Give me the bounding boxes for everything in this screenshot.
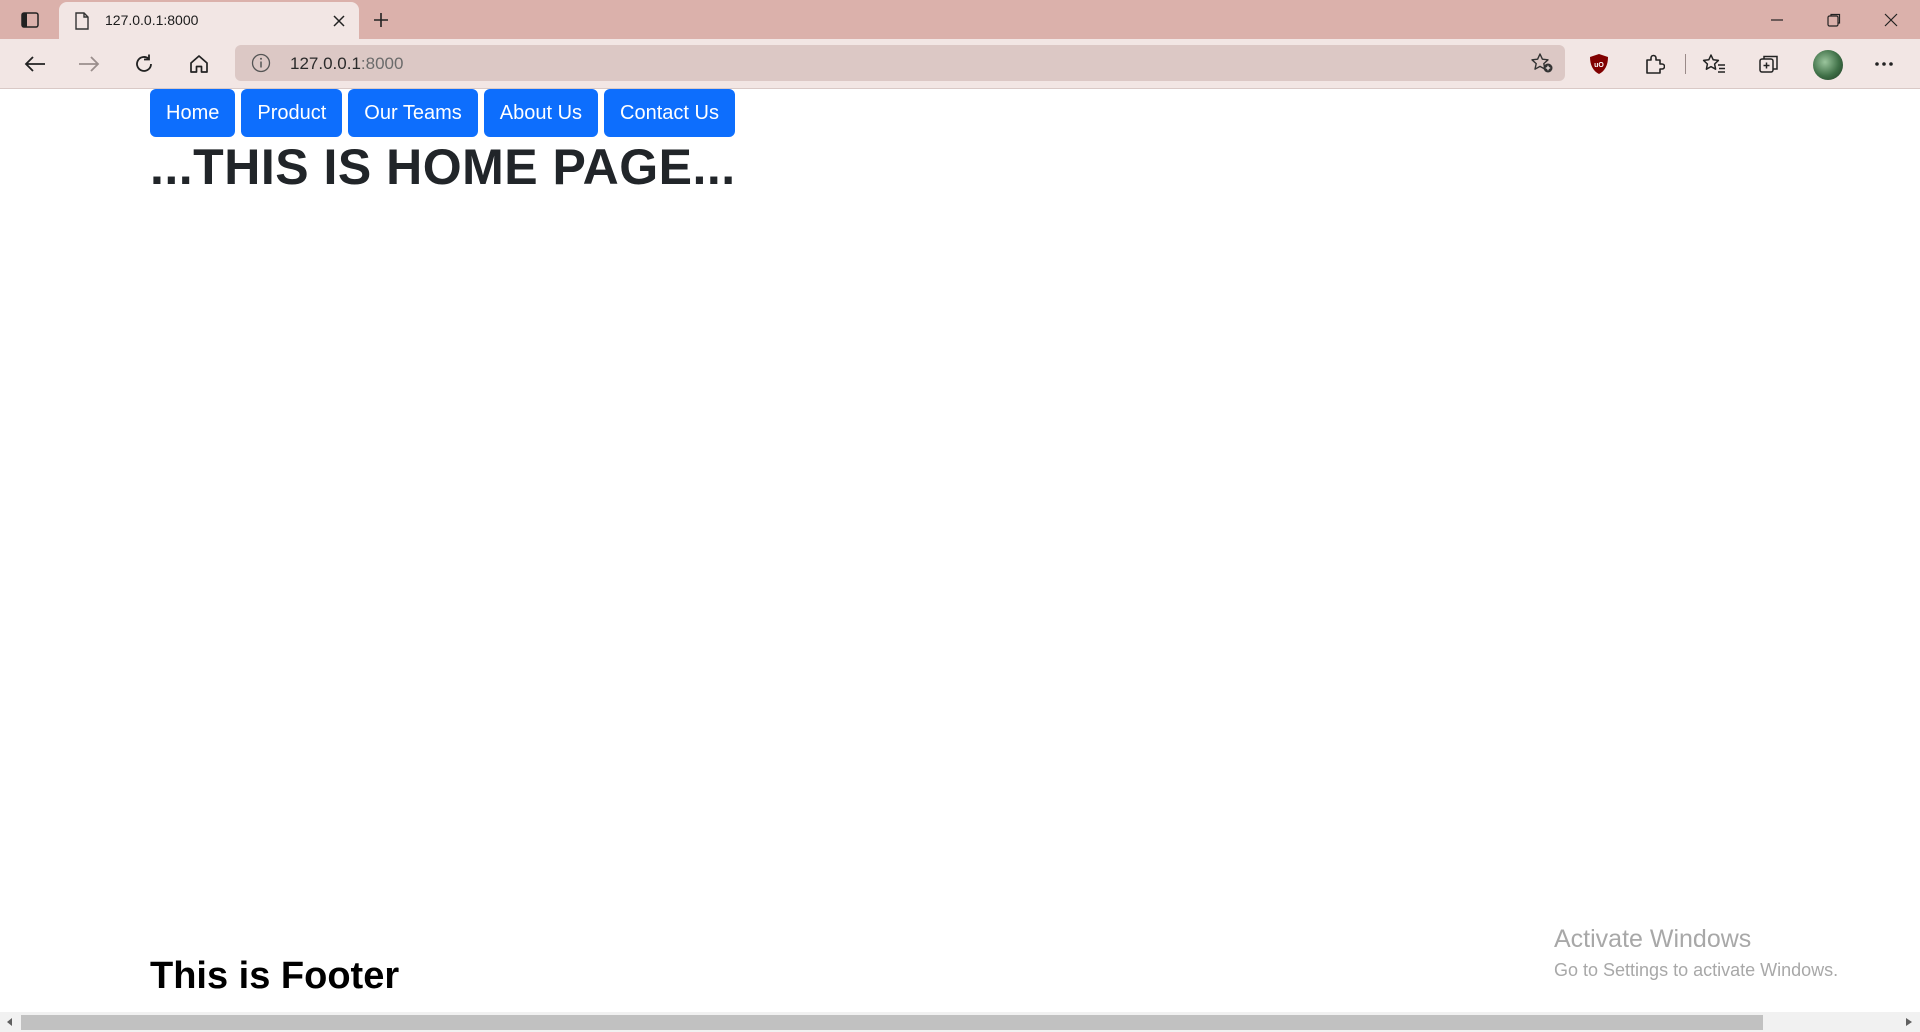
scroll-left-arrow[interactable] (5, 1016, 15, 1028)
more-dots-icon (1875, 62, 1893, 66)
chevron-right-icon (1906, 1018, 1912, 1026)
add-favorite-icon (1531, 53, 1553, 73)
add-favorite-button[interactable] (1529, 51, 1555, 75)
home-button[interactable] (183, 49, 215, 79)
minimize-button[interactable] (1748, 0, 1805, 39)
nav-our-teams-button[interactable]: Our Teams (348, 89, 478, 137)
activate-windows-watermark: Activate Windows Go to Settings to activ… (1554, 925, 1838, 981)
ublock-extension-button[interactable]: uO (1583, 49, 1615, 79)
nav-about-us-button[interactable]: About Us (483, 89, 599, 137)
collections-icon (1759, 55, 1778, 73)
site-info-icon[interactable] (251, 53, 271, 73)
watermark-title: Activate Windows (1554, 925, 1752, 953)
extensions-button[interactable] (1638, 49, 1670, 79)
tab-close-button[interactable] (329, 11, 349, 31)
browser-tab-active[interactable]: 127.0.0.1:8000 (59, 2, 359, 39)
page-footer: This is Footer (150, 955, 400, 997)
url-text[interactable]: 127.0.0.1:8000 (290, 54, 403, 74)
close-icon (333, 15, 345, 27)
url-port: :8000 (360, 54, 404, 73)
refresh-button[interactable] (128, 49, 160, 79)
home-icon (190, 55, 208, 73)
back-arrow-icon (24, 56, 45, 72)
browser-tabstrip: 127.0.0.1:8000 (0, 0, 1920, 39)
tab-title: 127.0.0.1:8000 (105, 12, 199, 28)
tab-actions-menu-button[interactable] (18, 8, 42, 32)
restore-button[interactable] (1805, 0, 1862, 39)
puzzle-icon (1646, 54, 1665, 74)
ublock-shield-icon: uO (1590, 54, 1608, 74)
page-file-icon (75, 12, 89, 30)
address-bar[interactable]: 127.0.0.1:8000 (235, 45, 1565, 81)
forward-arrow-icon (79, 56, 100, 72)
close-window-icon (1884, 13, 1897, 26)
scroll-right-arrow[interactable] (1904, 1016, 1914, 1028)
url-host: 127.0.0.1 (290, 54, 361, 73)
refresh-icon (136, 54, 152, 72)
chevron-left-icon (7, 1018, 12, 1026)
svg-text:uO: uO (1594, 62, 1604, 69)
restore-icon (1826, 13, 1840, 27)
minimize-icon (1770, 18, 1783, 21)
page-heading: ...THIS IS HOME PAGE... (150, 139, 736, 195)
settings-more-button[interactable] (1868, 49, 1900, 79)
collections-button[interactable] (1753, 49, 1785, 79)
close-window-button[interactable] (1862, 0, 1919, 39)
favorites-button[interactable] (1698, 49, 1730, 79)
plus-icon (374, 13, 388, 27)
favorites-icon (1702, 54, 1725, 73)
new-tab-button[interactable] (368, 8, 394, 32)
nav-contact-us-button[interactable]: Contact Us (604, 89, 735, 137)
scrollbar-thumb[interactable] (21, 1015, 1763, 1030)
profile-avatar[interactable] (1813, 50, 1843, 80)
forward-button[interactable] (73, 49, 105, 79)
main-nav: Home Product Our Teams About Us Contact … (150, 89, 735, 137)
nav-home-button[interactable]: Home (150, 89, 236, 137)
nav-product-button[interactable]: Product (241, 89, 343, 137)
back-button[interactable] (19, 49, 51, 79)
toolbar-separator (1685, 54, 1686, 74)
horizontal-scrollbar[interactable] (0, 1012, 1920, 1032)
browser-toolbar: 127.0.0.1:8000 uO (0, 39, 1920, 89)
watermark-subtitle: Go to Settings to activate Windows. (1554, 960, 1839, 980)
tab-actions-icon (21, 12, 39, 28)
